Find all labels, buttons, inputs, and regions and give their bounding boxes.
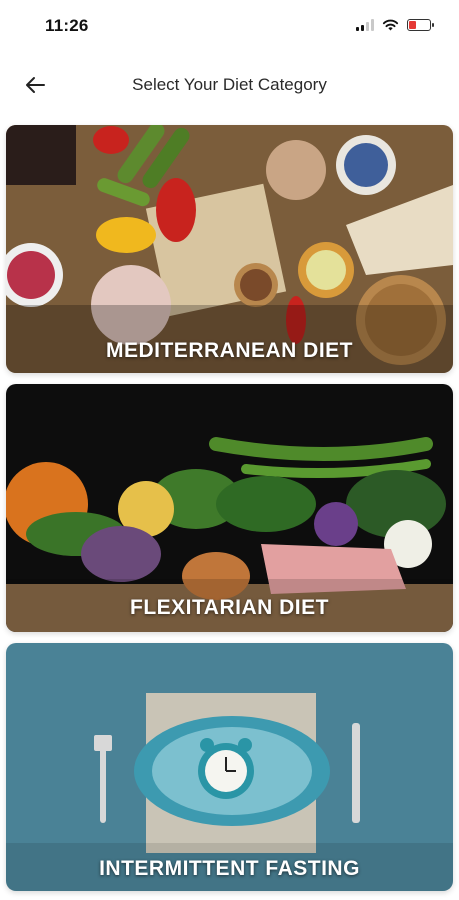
fasting-clock-image (6, 643, 453, 891)
battery-low-charging-icon (407, 18, 434, 31)
category-label: FLEXITARIAN DIET (130, 596, 329, 619)
status-icons (356, 18, 434, 31)
status-bar: 11:26 (0, 0, 459, 52)
category-card-mediterranean[interactable]: MEDITERRANEAN DIET (6, 125, 453, 373)
category-card-intermittent-fasting[interactable]: INTERMITTENT FASTING (6, 643, 453, 891)
category-label: MEDITERRANEAN DIET (105, 339, 353, 362)
mediterranean-food-image (6, 125, 453, 373)
header: Select Your Diet Category (0, 60, 459, 110)
wifi-icon (382, 19, 399, 31)
page-title: Select Your Diet Category (132, 75, 327, 94)
category-card-flexitarian[interactable]: FLEXITARIAN DIET (6, 384, 453, 632)
category-label: INTERMITTENT FASTING (99, 857, 360, 880)
flexitarian-food-image (6, 384, 453, 632)
signal-icon (356, 18, 374, 31)
status-time: 11:26 (45, 16, 89, 35)
